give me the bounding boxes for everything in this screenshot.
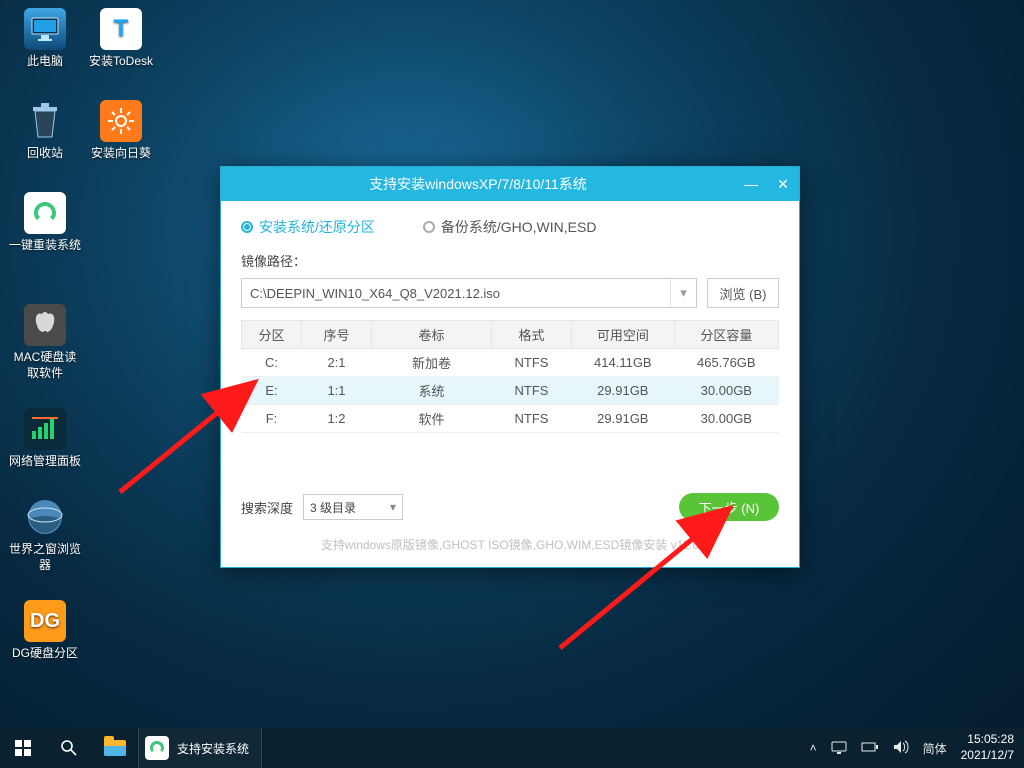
installer-dialog: 支持安装windowsXP/7/8/10/11系统 — ✕ 安装系统/还原分区 … (220, 166, 800, 568)
search-depth-label: 搜索深度 (241, 498, 293, 517)
partition-table: 分区 序号 卷标 格式 可用空间 分区容量 C:2:1新加卷NTFS414.11… (241, 320, 779, 433)
taskbar-active-app[interactable]: 支持安装系统 (138, 728, 262, 768)
tray-chevron-up-icon[interactable]: ˄ (810, 741, 817, 755)
tray-time: 15:05:28 (961, 732, 1014, 748)
desktop-icon-world-browser[interactable]: 世界之窗浏览器 (8, 496, 82, 573)
tab-install-restore[interactable]: 安装系统/还原分区 (241, 217, 375, 237)
next-button[interactable]: 下一步 (N) (679, 493, 779, 521)
icon-label: 世界之窗浏览器 (8, 542, 82, 573)
col-free: 可用空间 (572, 321, 675, 349)
icon-label: 网络管理面板 (8, 454, 82, 470)
icon-label: 安装ToDesk (84, 54, 158, 70)
search-depth-select[interactable]: 3 级目录 ▾ (303, 494, 403, 520)
col-size: 分区容量 (674, 321, 778, 349)
chevron-down-icon[interactable]: ▾ (670, 279, 696, 307)
desktop-icon-sunflower[interactable]: 安装向日葵 (84, 100, 158, 162)
chevron-down-icon: ▾ (390, 500, 396, 514)
search-icon (60, 739, 78, 757)
desktop-icon-recycle-bin[interactable]: 回收站 (8, 100, 82, 162)
tray-datetime[interactable]: 15:05:28 2021/12/7 (961, 732, 1014, 763)
taskbar-app-label: 支持安装系统 (177, 740, 249, 757)
image-path-label: 镜像路径： (241, 251, 779, 270)
icon-label: 回收站 (8, 146, 82, 162)
taskbar-search[interactable] (46, 728, 92, 768)
col-partition: 分区 (242, 321, 302, 349)
icon-label: 安装向日葵 (84, 146, 158, 162)
col-label: 卷标 (372, 321, 492, 349)
tab-backup[interactable]: 备份系统/GHO,WIN,ESD (423, 217, 597, 237)
dialog-titlebar[interactable]: 支持安装windowsXP/7/8/10/11系统 — ✕ (221, 167, 799, 201)
tray-volume-icon[interactable] (893, 740, 909, 757)
tray-ime[interactable]: 简体 (923, 740, 947, 757)
table-row[interactable]: F:1:2软件NTFS29.91GB30.00GB (242, 405, 779, 433)
radio-icon (241, 221, 253, 233)
desktop-icon-this-pc[interactable]: 此电脑 (8, 8, 82, 70)
minimize-button[interactable]: — (735, 167, 767, 201)
icon-label: DG硬盘分区 (8, 646, 82, 662)
table-row[interactable]: C:2:1新加卷NTFS414.11GB465.76GB (242, 349, 779, 377)
browse-button[interactable]: 浏览 (B) (707, 278, 779, 308)
tray-date: 2021/12/7 (961, 748, 1014, 764)
taskbar: 支持安装系统 ˄ 简体 15:05:28 2021/12/7 (0, 728, 1024, 768)
taskbar-explorer[interactable] (92, 728, 138, 768)
icon-label: 一键重装系统 (8, 238, 82, 254)
tray-battery-icon[interactable] (861, 741, 879, 756)
desktop-icon-net-panel[interactable]: 网络管理面板 (8, 408, 82, 470)
icon-label: 此电脑 (8, 54, 82, 70)
radio-icon (423, 221, 435, 233)
image-path-text: C:\DEEPIN_WIN10_X64_Q8_V2021.12.iso (250, 286, 500, 301)
col-format: 格式 (492, 321, 572, 349)
close-button[interactable]: ✕ (767, 167, 799, 201)
desktop-icon-reinstall[interactable]: 一键重装系统 (8, 192, 82, 254)
col-seq: 序号 (302, 321, 372, 349)
dialog-title: 支持安装windowsXP/7/8/10/11系统 (221, 174, 735, 194)
tray-network-icon[interactable] (831, 740, 847, 757)
desktop-icon-dg-partition[interactable]: DG DG硬盘分区 (8, 600, 82, 662)
desktop-icon-mac-disk[interactable]: MAC硬盘读取软件 (8, 304, 82, 381)
image-path-combo[interactable]: C:\DEEPIN_WIN10_X64_Q8_V2021.12.iso ▾ (241, 278, 697, 308)
app-icon (145, 736, 169, 760)
folder-icon (104, 740, 126, 756)
table-row-selected[interactable]: E:1:1系统NTFS29.91GB30.00GB (242, 377, 779, 405)
icon-label: MAC硬盘读取软件 (8, 350, 82, 381)
dialog-footer-note: 支持windows原版镜像,GHOST ISO镜像,GHO,WIM,ESD镜像安… (221, 536, 799, 553)
desktop-icon-todesk[interactable]: T 安装ToDesk (84, 8, 158, 70)
start-button[interactable] (0, 728, 46, 768)
